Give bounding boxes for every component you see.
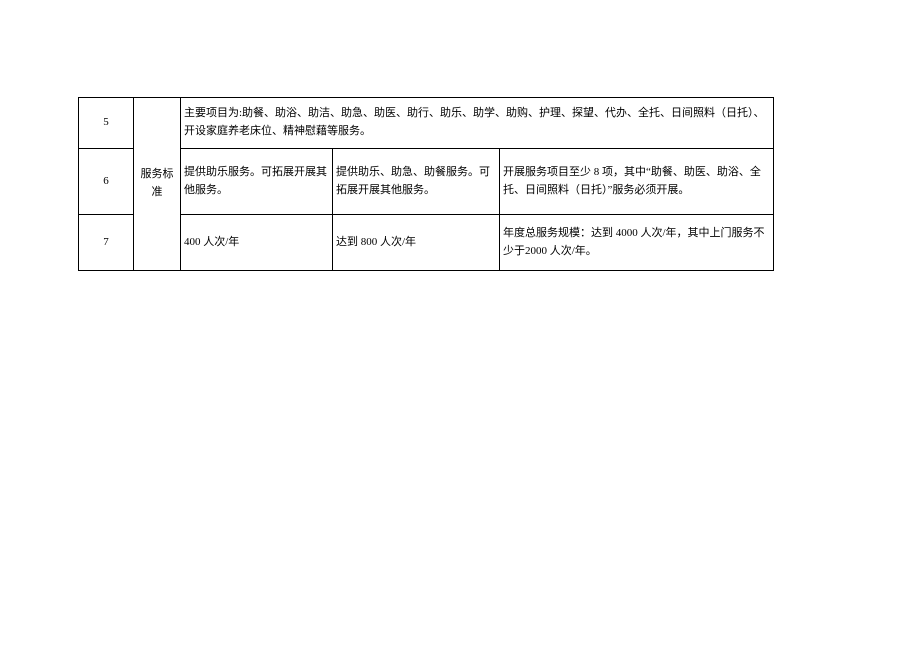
table-row: 6 提供助乐服务。可拓展开展其他服务。 提供助乐、助急、助餐服务。可拓展开展其他…: [79, 149, 774, 215]
row6-col-c: 开展服务项目至少 8 项，其中“助餐、助医、助浴、全托、日间照料（日托）”服务必…: [500, 149, 774, 215]
table-row: 5 服务标准 主要项目为:助餐、助浴、助洁、助急、助医、助行、助乐、助学、助购、…: [79, 98, 774, 149]
row7-col-a: 400 人次/年: [181, 215, 333, 271]
row-index-5: 5: [79, 98, 134, 149]
row-index-6: 6: [79, 149, 134, 215]
row7-col-c: 年度总服务规模：达到 4000 人次/年，其中上门服务不少于2000 人次/年。: [500, 215, 774, 271]
table-row: 7 400 人次/年 达到 800 人次/年 年度总服务规模：达到 4000 人…: [79, 215, 774, 271]
row7-col-b: 达到 800 人次/年: [333, 215, 500, 271]
row6-col-a: 提供助乐服务。可拓展开展其他服务。: [181, 149, 333, 215]
row5-content: 主要项目为:助餐、助浴、助洁、助急、助医、助行、助乐、助学、助购、护理、探望、代…: [181, 98, 774, 149]
row-index-7: 7: [79, 215, 134, 271]
standards-table: 5 服务标准 主要项目为:助餐、助浴、助洁、助急、助医、助行、助乐、助学、助购、…: [78, 97, 774, 271]
category-cell: 服务标准: [134, 98, 181, 271]
row6-col-b: 提供助乐、助急、助餐服务。可拓展开展其他服务。: [333, 149, 500, 215]
